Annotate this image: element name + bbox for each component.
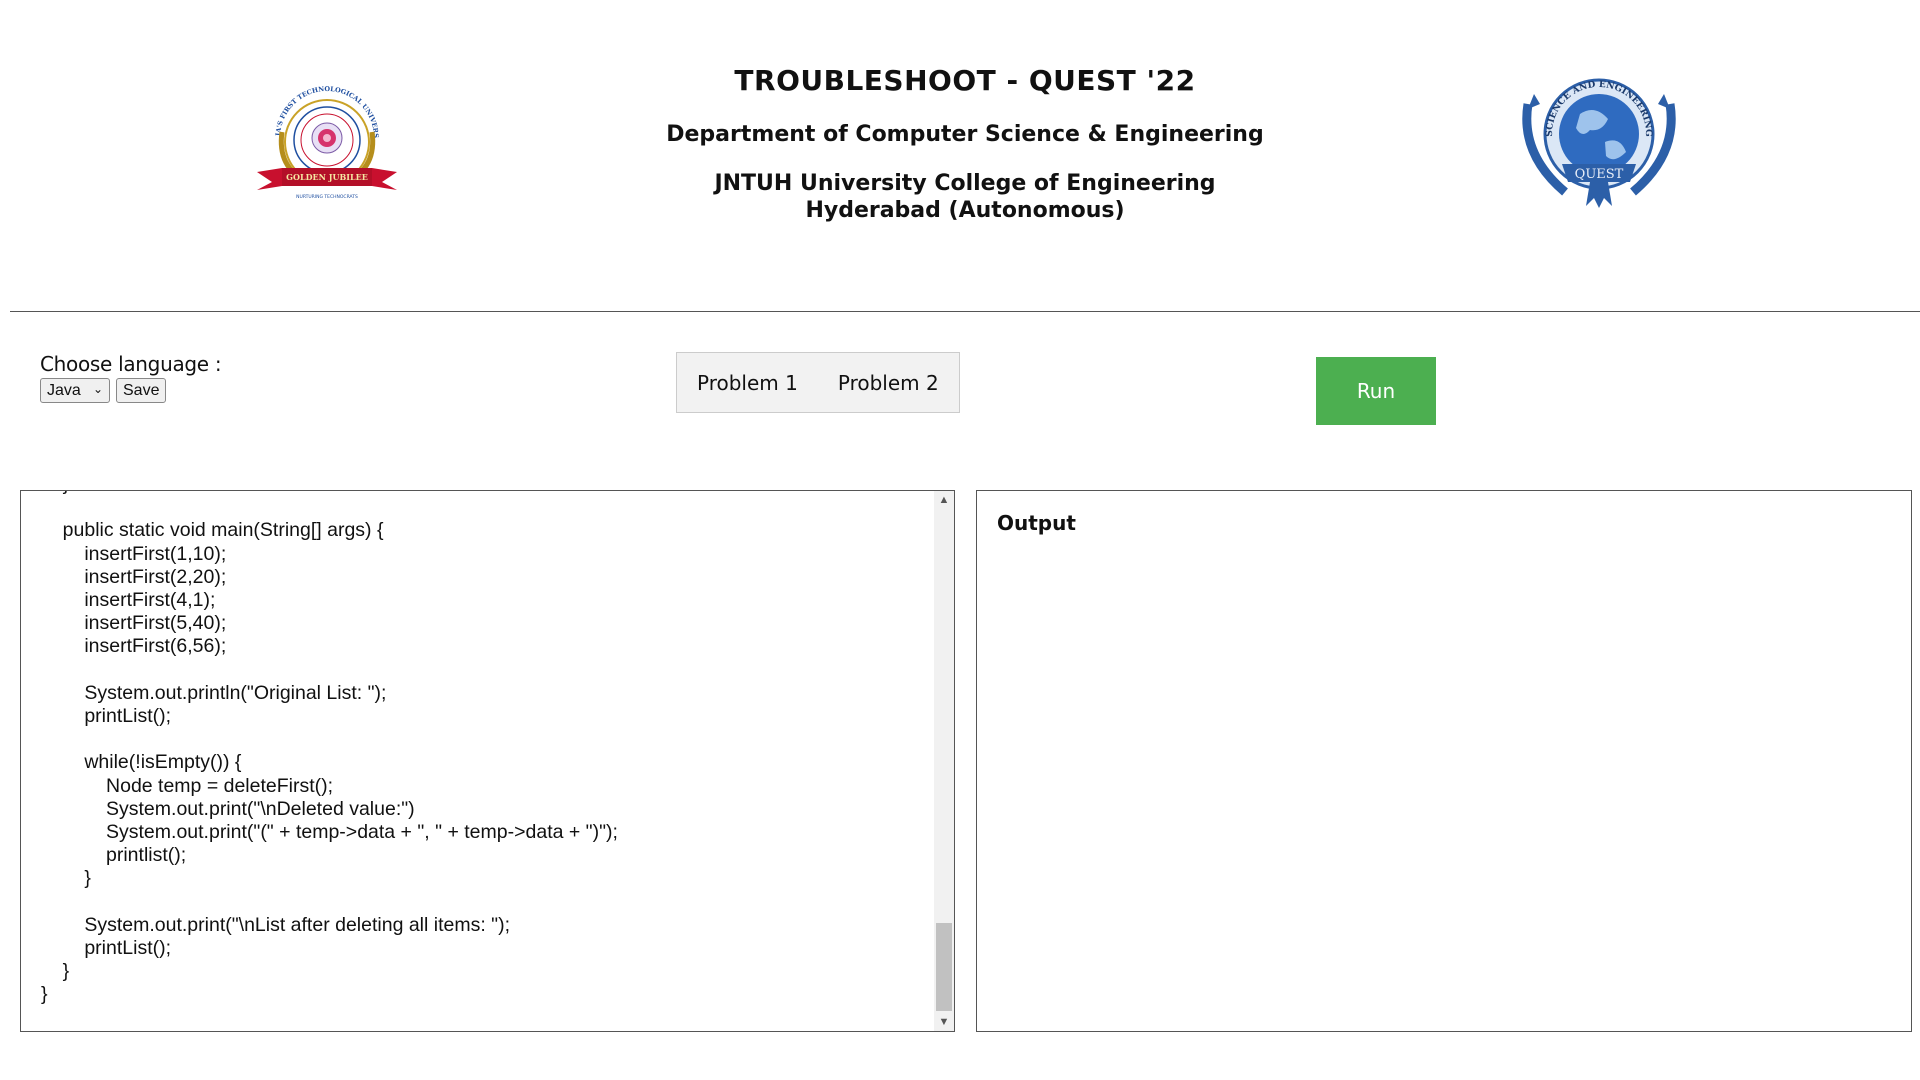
quest-banner-text: QUEST bbox=[1575, 167, 1624, 182]
page-header: INDIA'S FIRST TECHNOLOGICAL UNIVERSITY G… bbox=[0, 0, 1920, 312]
language-select-value: Java bbox=[47, 381, 81, 399]
department-name: Department of Computer Science & Enginee… bbox=[666, 122, 1264, 147]
output-label: Output bbox=[997, 511, 1076, 535]
college-name-line1: JNTUH University College of Engineering bbox=[714, 171, 1216, 196]
page-title: TROUBLESHOOT - QUEST '22 bbox=[734, 64, 1196, 97]
header-divider bbox=[10, 311, 1920, 312]
tab-problem-2[interactable]: Problem 2 bbox=[838, 371, 939, 395]
logo-bottom-text: NURTURING TECHNOCRATS bbox=[296, 194, 358, 200]
logo-ribbon-text: GOLDEN JUBILEE bbox=[286, 172, 368, 182]
save-button[interactable]: Save bbox=[116, 378, 167, 403]
quest-logo: SCIENCE AND ENGINEERING QUEST bbox=[1522, 78, 1676, 208]
language-chooser: Choose language : Java ⌄ Save bbox=[40, 352, 222, 403]
scroll-up-icon[interactable]: ▲ bbox=[934, 491, 954, 509]
language-select[interactable]: Java ⌄ bbox=[40, 378, 110, 403]
language-label: Choose language : bbox=[40, 352, 222, 376]
tab-problem-1[interactable]: Problem 1 bbox=[697, 371, 798, 395]
code-editor[interactable]: } public static void main(String[] args)… bbox=[20, 490, 955, 1032]
run-button[interactable]: Run bbox=[1316, 357, 1436, 425]
code-text[interactable]: } public static void main(String[] args)… bbox=[41, 491, 618, 1007]
problem-tabs: Problem 1 Problem 2 bbox=[676, 352, 960, 413]
header-titles: TROUBLESHOOT - QUEST '22 Department of C… bbox=[560, 62, 1370, 224]
jntuh-logo: INDIA'S FIRST TECHNOLOGICAL UNIVERSITY G… bbox=[252, 72, 397, 200]
college-name: JNTUH University College of Engineering … bbox=[560, 170, 1370, 224]
output-panel: Output bbox=[976, 490, 1912, 1032]
scroll-thumb[interactable] bbox=[936, 923, 952, 1011]
college-name-line2: Hyderabad (Autonomous) bbox=[805, 198, 1125, 223]
chevron-down-icon: ⌄ bbox=[92, 382, 103, 396]
editor-scrollbar[interactable]: ▲ ▼ bbox=[934, 491, 954, 1031]
scroll-down-icon[interactable]: ▼ bbox=[934, 1013, 954, 1031]
